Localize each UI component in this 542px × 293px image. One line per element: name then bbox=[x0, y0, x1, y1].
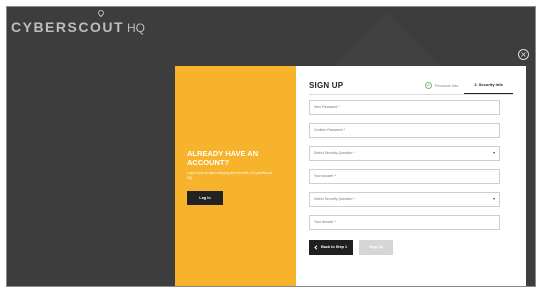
close-button[interactable] bbox=[518, 49, 529, 60]
chevron-down-icon bbox=[493, 198, 495, 200]
step-label: 2. Security Info bbox=[474, 82, 503, 87]
back-button-label: Back to Step 1 bbox=[321, 245, 348, 249]
logo-text-cyber: CYBER bbox=[11, 19, 68, 35]
field-placeholder: Your Answer * bbox=[314, 220, 336, 224]
cyberscout-logo: CYBER SCOUT HQ bbox=[11, 8, 146, 35]
security-form: New Password * Confirm Password * Select… bbox=[309, 99, 513, 230]
confirm-password-field[interactable]: Confirm Password * bbox=[309, 122, 500, 138]
location-pin-icon bbox=[96, 8, 105, 18]
security-answer-field-2[interactable]: Your Answer * bbox=[309, 214, 500, 230]
field-placeholder: Select Security Question * bbox=[314, 151, 355, 155]
login-button[interactable]: Log In bbox=[187, 191, 223, 205]
chevron-left-icon bbox=[314, 244, 319, 250]
security-question-select-2[interactable]: Select Security Question * bbox=[309, 191, 500, 207]
close-icon bbox=[521, 52, 526, 57]
app-window: CYBER SCOUT HQ ALREADY HAVE AN ACCOUNT? … bbox=[6, 6, 536, 287]
check-circle-icon bbox=[424, 81, 432, 89]
logo-text-scout-label: SCOUT bbox=[67, 19, 125, 35]
field-placeholder: Your Answer * bbox=[314, 174, 336, 178]
step-security-info[interactable]: 2. Security Info bbox=[464, 76, 513, 94]
back-to-step1-button[interactable]: Back to Step 1 bbox=[309, 239, 354, 255]
step-personal-info[interactable]: Personal Info bbox=[419, 76, 465, 94]
security-question-select-1[interactable]: Select Security Question * bbox=[309, 145, 500, 161]
security-answer-field-1[interactable]: Your Answer * bbox=[309, 168, 500, 184]
signup-panel: SIGN UP Personal Info 2. Security Info N… bbox=[296, 66, 526, 286]
header-divider bbox=[309, 94, 513, 95]
logo-text-scout: SCOUT bbox=[67, 8, 125, 35]
signup-title: SIGN UP bbox=[309, 80, 344, 90]
logo-text-hq: HQ bbox=[127, 21, 146, 35]
new-password-field[interactable]: New Password * bbox=[309, 99, 500, 115]
signup-submit-button[interactable]: Sign Up bbox=[359, 239, 394, 255]
login-heading: ALREADY HAVE AN ACCOUNT? bbox=[187, 149, 259, 167]
login-description: Log in now to start enjoying the benefit… bbox=[187, 171, 272, 180]
field-placeholder: New Password * bbox=[314, 105, 340, 109]
field-placeholder: Select Security Question * bbox=[314, 197, 355, 201]
signup-modal: ALREADY HAVE AN ACCOUNT? Log in now to s… bbox=[175, 66, 526, 286]
step-label: Personal Info bbox=[434, 82, 459, 88]
signup-header: SIGN UP Personal Info 2. Security Info bbox=[309, 76, 513, 94]
form-actions: Back to Step 1 Sign Up bbox=[309, 239, 513, 255]
login-panel: ALREADY HAVE AN ACCOUNT? Log in now to s… bbox=[175, 66, 296, 286]
chevron-down-icon bbox=[493, 152, 495, 154]
field-placeholder: Confirm Password * bbox=[314, 128, 345, 132]
signup-steps: Personal Info 2. Security Info bbox=[419, 76, 513, 94]
